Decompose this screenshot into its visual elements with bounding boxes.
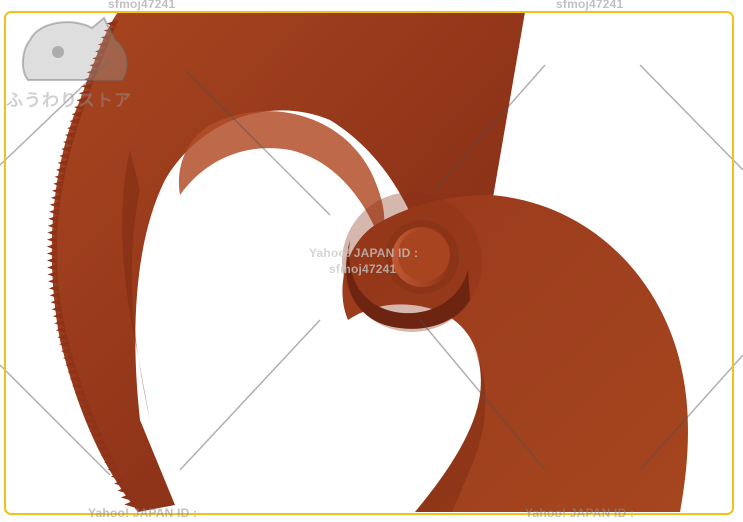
watermark-top-right: sfmoj47241 bbox=[556, 0, 624, 11]
watermark-center-id-label: Yahoo! JAPAN ID : bbox=[309, 246, 419, 260]
watermark-top-left: sfmoj47241 bbox=[108, 0, 176, 11]
store-logo-text: ふうわりストア bbox=[6, 91, 132, 110]
watermark-bottom-left: Yahoo! JAPAN ID : bbox=[88, 506, 198, 520]
product-photo bbox=[0, 0, 743, 522]
watermark-bottom-right: Yahoo! JAPAN ID : bbox=[525, 506, 635, 520]
watermark-center-id: sfmoj47241 bbox=[329, 262, 397, 276]
